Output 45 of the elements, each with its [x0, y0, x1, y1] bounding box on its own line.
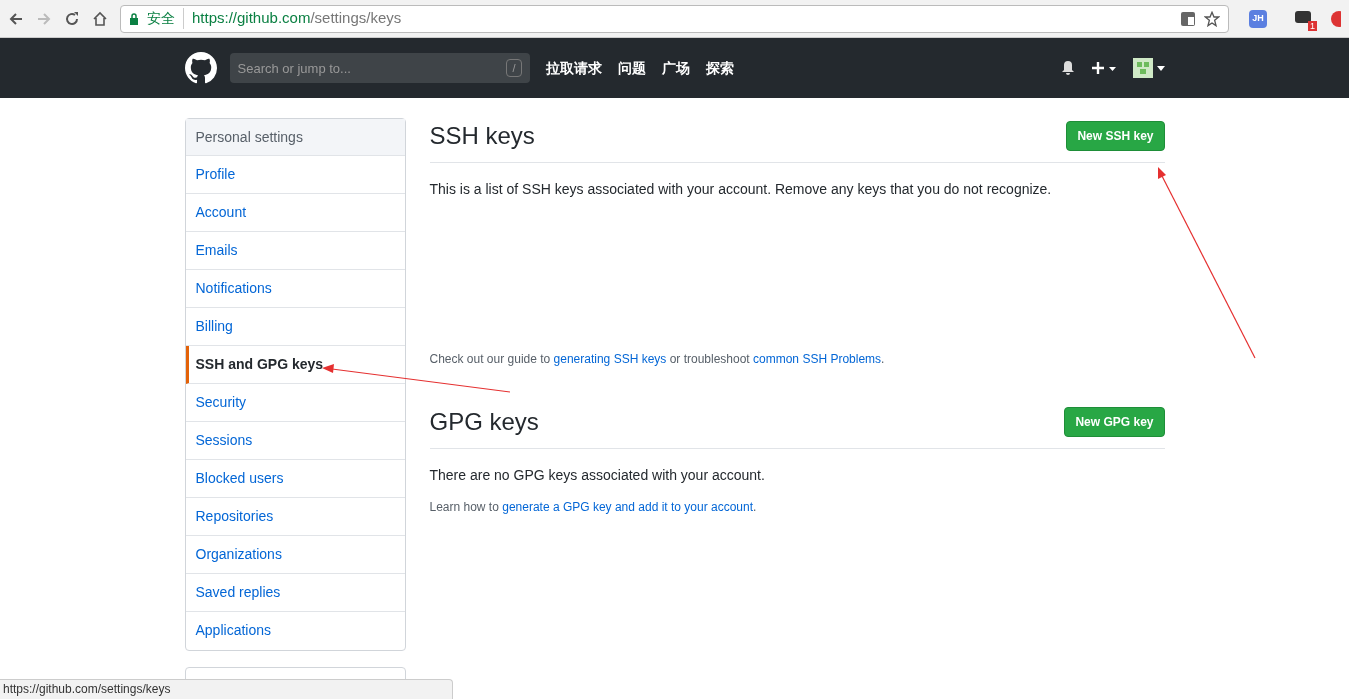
- menu-heading: Personal settings: [185, 119, 405, 156]
- home-icon[interactable]: [92, 10, 108, 27]
- back-icon[interactable]: [8, 10, 24, 27]
- shortcut-key: /: [506, 59, 522, 77]
- section-description: This is a list of SSH keys associated with your account. Remove any keys that you do not recognize.: [429, 180, 1053, 199]
- menu-item[interactable]: Billing: [185, 308, 405, 346]
- url-path: /settings/keys: [310, 8, 402, 29]
- logo-icon[interactable]: [184, 52, 217, 84]
- caret-icon: [1156, 65, 1165, 71]
- extension-badge[interactable]: JH: [1249, 9, 1267, 28]
- menu-item[interactable]: Organizations: [185, 536, 405, 574]
- menu-item[interactable]: Saved replies: [185, 574, 405, 612]
- avatar-menu[interactable]: [1132, 58, 1165, 78]
- url-origin: https://github.com: [192, 8, 311, 29]
- help-text: Check out our guide to generating SSH keys or troubleshoot common SSH Problems.: [429, 351, 886, 368]
- plus-dropdown-icon[interactable]: [1090, 60, 1117, 76]
- avatar-icon: [1132, 58, 1153, 78]
- secure-label: 安全: [147, 8, 184, 29]
- menu-item[interactable]: Account: [185, 194, 405, 232]
- section-title: GPG keys: [429, 407, 539, 437]
- menu-item[interactable]: Sessions: [185, 422, 405, 460]
- nav-link[interactable]: 拉取请求: [545, 57, 602, 79]
- menu-item[interactable]: Emails: [185, 232, 405, 270]
- menu-item[interactable]: Blocked users: [185, 460, 405, 498]
- nav-link[interactable]: 探索: [705, 57, 734, 79]
- nav-link[interactable]: 问题: [617, 57, 646, 79]
- menu-item[interactable]: Applications: [185, 612, 405, 650]
- menu-item[interactable]: Notifications: [185, 270, 405, 308]
- help-link[interactable]: generating SSH keys: [553, 352, 667, 366]
- menu-item[interactable]: Security: [185, 384, 405, 422]
- menu-item[interactable]: Repositories: [185, 498, 405, 536]
- help-text: Learn how to generate a GPG key and add it to your account.: [429, 499, 758, 516]
- nav-link[interactable]: 广场: [661, 57, 690, 79]
- notification-count: 1: [1308, 20, 1317, 31]
- lock-icon: [129, 12, 139, 25]
- bell-icon[interactable]: [1060, 60, 1075, 76]
- star-icon[interactable]: [1204, 10, 1220, 27]
- reload-icon[interactable]: [64, 10, 80, 27]
- section-description: There are no GPG keys associated with your account.: [429, 466, 766, 485]
- new-key-button[interactable]: New GPG key: [1064, 407, 1165, 437]
- new-key-button[interactable]: New SSH key: [1066, 121, 1165, 151]
- address-bar[interactable]: 安全 https://github.com/settings/keys: [120, 4, 1229, 33]
- section-title: SSH keys: [429, 121, 535, 151]
- status-bar: https://github.com/settings/keys: [0, 679, 453, 699]
- menu-item[interactable]: Profile: [185, 156, 405, 194]
